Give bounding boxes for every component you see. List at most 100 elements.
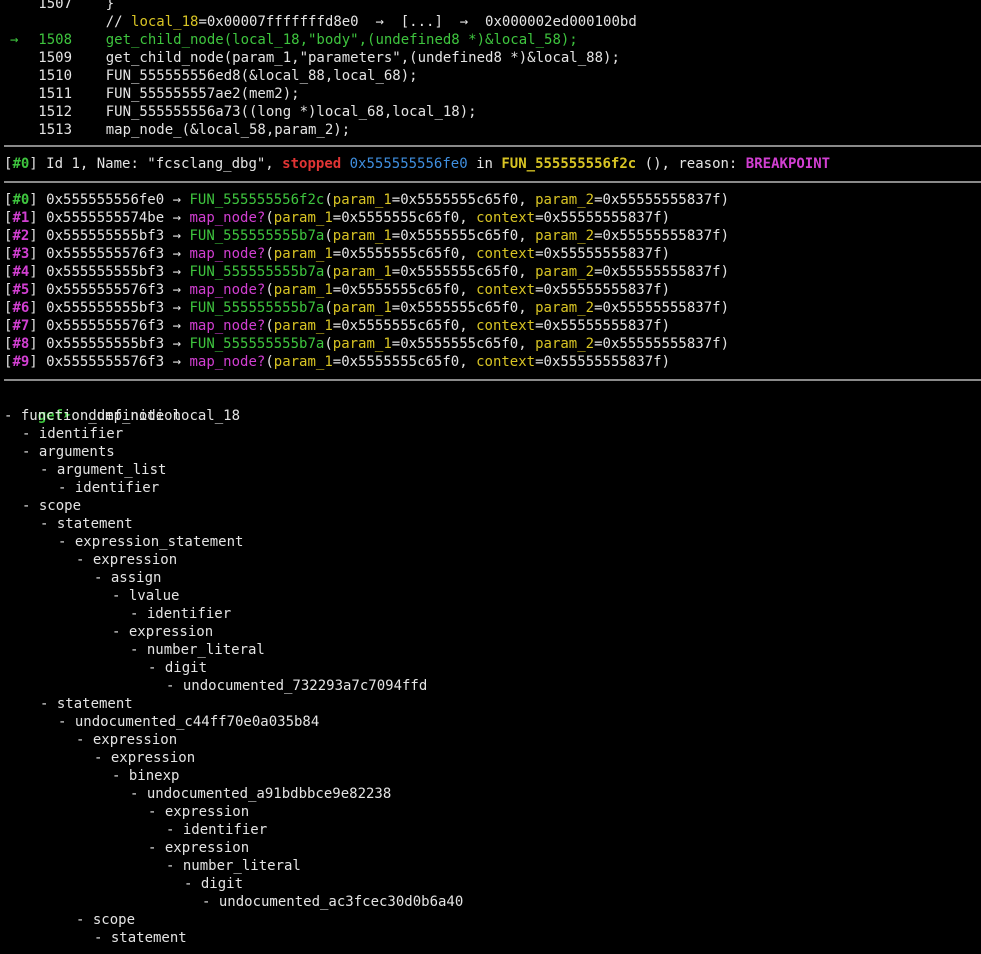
param-value: 0x5555555c65f0 (341, 354, 460, 370)
param-value: 0x5555555c65f0 (400, 300, 519, 316)
paren-open: ( (265, 318, 274, 334)
equals: = (535, 210, 544, 226)
bracket-close: ] (29, 336, 47, 352)
param-value: 0x55555555837f (602, 192, 721, 208)
bracket-close: ] (29, 300, 47, 316)
tree-node: - digit (148, 660, 208, 676)
frame-index: #4 (12, 264, 30, 280)
param-value: 0x55555555837f (543, 282, 662, 298)
equals: = (594, 300, 603, 316)
comma: , (518, 264, 536, 280)
param-value: 0x55555555837f (543, 354, 662, 370)
param-name: context (476, 282, 536, 298)
param-value: 0x5555555c65f0 (400, 228, 519, 244)
frame-address: 0x5555555576f3 (46, 354, 165, 370)
source-line: 1509 get_child_node(param_1,"parameters"… (4, 49, 620, 67)
frame-index: #6 (12, 300, 30, 316)
frame-function: map_node? (189, 246, 266, 262)
thread-line: [#0] Id 1, Name: "fcsclang_dbg", stopped… (4, 155, 830, 173)
paren-close: ) (661, 210, 670, 226)
frame-function: FUN_555555555b7a (189, 264, 325, 280)
param-name: param_1 (332, 336, 392, 352)
equals: = (391, 228, 401, 244)
bracket-close: ] (29, 354, 47, 370)
tree-node: - scope (76, 912, 136, 928)
param-name: param_2 (535, 300, 595, 316)
paren-close: ) (661, 318, 670, 334)
paren-close: ) (720, 300, 729, 316)
line-number: 1509 (38, 50, 72, 66)
param-name: context (476, 354, 536, 370)
paren-close: ) (661, 246, 670, 262)
backtrace-frame: [#4] 0x555555555bf3 → FUN_555555555b7a(p… (4, 263, 729, 281)
backtrace-frame: [#9] 0x5555555576f3 → map_node?(param_1=… (4, 353, 670, 371)
frame-address: 0x5555555574be (46, 210, 165, 226)
paren-open: ( (324, 300, 333, 316)
equals: = (594, 228, 603, 244)
tree-node: - binexp (112, 768, 180, 784)
arrow: → (164, 300, 190, 316)
thread-address: 0x555555556fe0 (349, 156, 468, 172)
thread-index: #0 (12, 156, 30, 172)
tree-node: - lvalue (112, 588, 180, 604)
tree-node: - expression (76, 732, 178, 748)
tree-node: - number_literal (166, 858, 301, 874)
bracket-close: ] (29, 210, 47, 226)
param-name: context (476, 210, 536, 226)
paren-open: ( (324, 192, 333, 208)
paren-open: ( (324, 264, 333, 280)
equals: = (594, 336, 603, 352)
equals: = (391, 300, 401, 316)
comment-value: =0x00007fffffffd8e0 → [...] → 0x000002ed… (198, 14, 637, 30)
arrow: → (164, 210, 190, 226)
tree-node: - expression (148, 804, 250, 820)
line-number: 1511 (38, 86, 72, 102)
frame-function: map_node? (189, 318, 266, 334)
param-value: 0x5555555c65f0 (400, 264, 519, 280)
tree-node: - identifier (58, 480, 160, 496)
source-line: → 1508 get_child_node(local_18,"body",(un… (4, 31, 578, 49)
thread-state: stopped (282, 156, 342, 172)
tree-node: - expression_statement (58, 534, 244, 550)
command-prompt[interactable]: gef➤ dump_node local_18 (4, 389, 240, 424)
frame-index: #5 (12, 282, 30, 298)
equals: = (535, 318, 544, 334)
frame-address: 0x555555555bf3 (46, 336, 165, 352)
code-text: } (105, 0, 115, 12)
param-value: 0x5555555c65f0 (400, 192, 519, 208)
code-text: get_child_node(param_1,"parameters",(und… (105, 50, 620, 66)
param-name: param_1 (273, 318, 333, 334)
param-value: 0x55555555837f (543, 318, 662, 334)
code-text: get_child_node(local_18,"body",(undefine… (105, 32, 578, 48)
tree-node: - identifier (166, 822, 268, 838)
arrow: → (164, 282, 190, 298)
backtrace-frame: [#2] 0x555555555bf3 → FUN_555555555b7a(p… (4, 227, 729, 245)
arrow: → (164, 228, 190, 244)
bracket-close: ] (29, 264, 47, 280)
paren-open: ( (265, 210, 274, 226)
paren-close: ) (720, 228, 729, 244)
tree-node: - statement (40, 696, 133, 712)
bracket-close: ] (29, 282, 47, 298)
paren-close: ) (720, 264, 729, 280)
comma: , (459, 282, 477, 298)
param-value: 0x55555555837f (543, 246, 662, 262)
equals: = (332, 246, 342, 262)
equals: = (594, 192, 603, 208)
tree-node: - undocumented_732293a7c7094ffd (166, 678, 428, 694)
frame-address: 0x555555555bf3 (46, 264, 165, 280)
section-divider (4, 145, 981, 147)
arrow: → (164, 264, 190, 280)
bracket-close: ] (29, 156, 38, 172)
equals: = (332, 210, 342, 226)
param-value: 0x5555555c65f0 (400, 336, 519, 352)
equals: = (535, 246, 544, 262)
equals: = (391, 192, 401, 208)
paren-open: ( (265, 354, 274, 370)
tree-node: - digit (184, 876, 244, 892)
tree-node: - statement (40, 516, 133, 532)
